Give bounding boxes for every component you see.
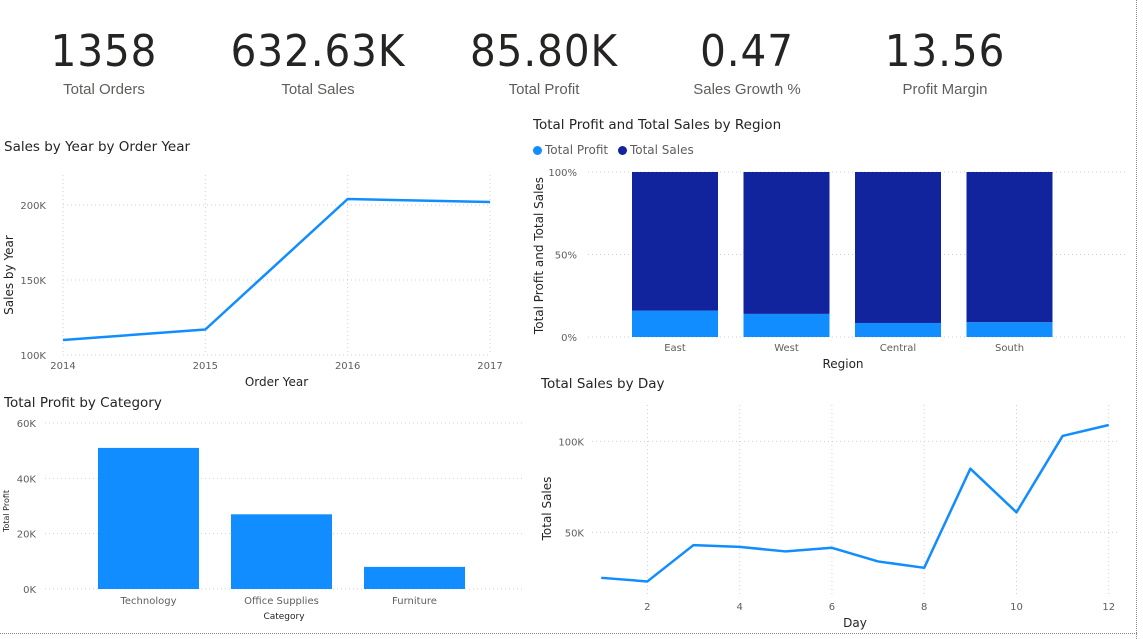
bar-total-profit bbox=[632, 310, 718, 337]
y-axis-title: Total Profit and Total Sales bbox=[532, 177, 546, 335]
legend-region: Total Profit Total Sales bbox=[533, 143, 700, 157]
x-tick-label: 10 bbox=[1010, 602, 1023, 613]
kpi-value: 85.80K bbox=[470, 26, 618, 77]
bar-total-profit bbox=[966, 322, 1053, 337]
bar-total-profit bbox=[743, 313, 830, 337]
bar-total-sales bbox=[632, 172, 718, 311]
x-axis-title: Order Year bbox=[245, 375, 308, 389]
kpi-value: 1358 bbox=[50, 26, 158, 77]
x-tick-label: 2015 bbox=[193, 361, 218, 372]
kpi-value: 632.63K bbox=[230, 26, 406, 77]
legend-marker bbox=[617, 146, 627, 155]
x-tick-label: East bbox=[664, 343, 686, 354]
chart-title-sales-by-day: Total Sales by Day bbox=[541, 376, 665, 392]
x-tick-label: Office Supplies bbox=[244, 596, 319, 607]
legend-label: Total Profit bbox=[545, 143, 609, 157]
sales-by-day-chart: 2 4 6 8 10 12 50K 100K Day Total Sales bbox=[540, 405, 1118, 630]
sales-by-year-chart: 100K 150K 200K 2014 2015 2016 2017 Order Year Sa… bbox=[2, 175, 503, 389]
y-tick-label: 40K bbox=[17, 474, 37, 485]
profit-by-category-chart: 0K 20K 40K 60K Technology Office Supplies Furn… bbox=[2, 419, 522, 622]
x-tick-label: 2 bbox=[644, 602, 650, 613]
chart-title-profit-by-category: Total Profit by Category bbox=[4, 395, 162, 411]
y-tick-label: 100K bbox=[558, 437, 584, 448]
y-tick-label: 200K bbox=[20, 201, 46, 212]
legend-marker bbox=[533, 146, 542, 155]
page-border-right bbox=[1136, 0, 1137, 639]
kpi-label: Total Sales bbox=[281, 81, 355, 98]
x-tick-label: Central bbox=[880, 343, 916, 354]
bar-total-sales bbox=[855, 172, 941, 323]
y-tick-label: 0K bbox=[23, 585, 36, 596]
kpi-label: Total Profit bbox=[508, 81, 580, 98]
x-tick-label: Technology bbox=[119, 596, 176, 607]
x-axis-title: Day bbox=[843, 616, 867, 630]
x-tick-label: Furniture bbox=[392, 596, 437, 607]
x-tick-label: 2016 bbox=[335, 361, 360, 372]
x-tick-label: 8 bbox=[921, 602, 927, 613]
y-axis-title: Sales by Year bbox=[2, 235, 16, 315]
series-line bbox=[601, 423, 1110, 583]
legend-label: Total Sales bbox=[629, 143, 694, 157]
legend-item-total-profit[interactable]: Total Profit bbox=[533, 143, 608, 157]
x-tick-label: South bbox=[995, 343, 1024, 354]
chart-title-sales-by-year: Sales by Year by Order Year bbox=[4, 139, 191, 155]
x-axis-title: Category bbox=[263, 612, 305, 622]
kpi-label: Sales Growth % bbox=[693, 81, 801, 98]
kpi-total-profit: 85.80K Total Profit bbox=[444, 26, 644, 98]
legend-item-total-sales[interactable]: Total Sales bbox=[617, 143, 694, 157]
bar bbox=[364, 566, 465, 589]
x-tick-label: 2017 bbox=[477, 361, 502, 372]
kpi-total-sales: 632.63K Total Sales bbox=[218, 26, 418, 98]
x-tick-label: West bbox=[774, 343, 799, 354]
kpi-label: Total Orders bbox=[63, 81, 145, 98]
y-tick-label: 50K bbox=[565, 528, 585, 539]
kpi-profit-margin: 13.56 Profit Margin bbox=[845, 26, 1045, 98]
kpi-label: Profit Margin bbox=[902, 81, 988, 98]
kpi-value: 13.56 bbox=[884, 26, 1006, 77]
bar-total-sales bbox=[966, 172, 1053, 323]
y-tick-label: 50% bbox=[555, 251, 577, 262]
profit-sales-by-region-chart: 0% 50% 100% East West Central South Region Total… bbox=[532, 168, 1128, 371]
y-axis-title: Total Profit bbox=[2, 490, 11, 533]
y-tick-label: 150K bbox=[20, 276, 46, 287]
y-tick-label: 0% bbox=[561, 333, 577, 344]
bar bbox=[231, 514, 332, 589]
y-axis-title: Total Sales bbox=[540, 477, 554, 542]
bar-total-profit bbox=[855, 322, 941, 337]
x-tick-label: 12 bbox=[1102, 602, 1115, 613]
x-tick-label: 2014 bbox=[50, 361, 75, 372]
bar-total-sales bbox=[743, 172, 830, 314]
x-axis-title: Region bbox=[822, 357, 863, 371]
x-tick-label: 6 bbox=[829, 602, 835, 613]
series-line bbox=[62, 197, 491, 342]
x-tick-label: 4 bbox=[736, 602, 742, 613]
kpi-sales-growth: 0.47 Sales Growth % bbox=[647, 26, 847, 98]
y-tick-label: 100% bbox=[548, 168, 577, 179]
kpi-value: 0.47 bbox=[700, 26, 794, 77]
page-border-bottom bbox=[0, 633, 1137, 634]
y-tick-label: 100K bbox=[20, 351, 46, 362]
chart-title-profit-sales-region: Total Profit and Total Sales by Region bbox=[533, 117, 782, 133]
kpi-total-orders: 1358 Total Orders bbox=[4, 26, 204, 98]
y-tick-label: 60K bbox=[17, 419, 37, 430]
bar bbox=[98, 447, 199, 589]
y-tick-label: 20K bbox=[17, 530, 37, 541]
